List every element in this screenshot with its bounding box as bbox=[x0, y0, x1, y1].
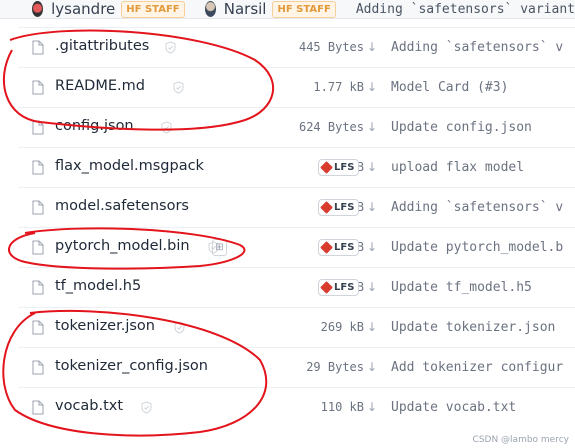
file-icon bbox=[32, 280, 44, 295]
file-row[interactable]: model.safetensors412 MBLFS↓Adding `safet… bbox=[18, 187, 575, 227]
commit-message[interactable]: Update tokenizer.json bbox=[391, 320, 555, 335]
commit-message[interactable]: Adding `safetensors` v bbox=[391, 40, 563, 55]
file-icon bbox=[32, 400, 44, 415]
staff-badge: HF STAFF bbox=[121, 0, 185, 18]
file-row[interactable]: .gitattributes 445 Bytes ↓ Adding `safetens… bbox=[18, 27, 575, 67]
file-row[interactable]: tf_model.h5478 MBLFS↓Update tf_model.h5 bbox=[18, 267, 575, 307]
file-size: 445 Bytes bbox=[298, 40, 364, 54]
file-row[interactable]: pytorch_model.bin⊞412 MBLFS↓Update pytor… bbox=[18, 227, 575, 267]
download-icon[interactable]: ↓ bbox=[367, 40, 377, 54]
lfs-icon bbox=[320, 241, 333, 254]
commit-message[interactable]: Update pytorch_model.b bbox=[391, 240, 563, 255]
file-row[interactable]: README.md 1.77 kB ↓ Model Card (#3) bbox=[18, 67, 575, 107]
file-icon bbox=[32, 240, 44, 255]
file-name[interactable]: pytorch_model.bin bbox=[55, 238, 190, 254]
shield-check-icon bbox=[165, 41, 176, 54]
file-icon bbox=[32, 160, 44, 175]
file-row[interactable]: flax_model.msgpack409 MBLFS↓upload flax … bbox=[18, 147, 575, 187]
download-icon[interactable]: ↓ bbox=[367, 280, 377, 294]
file-name[interactable]: flax_model.msgpack bbox=[55, 158, 204, 174]
file-name[interactable]: README.md bbox=[55, 78, 145, 94]
file-row[interactable]: tokenizer.json 269 kB ↓ Update tokenizer.js… bbox=[18, 307, 575, 347]
file-name[interactable]: tf_model.h5 bbox=[55, 278, 141, 294]
file-name[interactable]: tokenizer_config.json bbox=[55, 358, 208, 374]
download-icon[interactable]: ↓ bbox=[367, 200, 377, 214]
file-name[interactable]: config.json bbox=[55, 118, 134, 134]
pickle-scan-icon[interactable]: ⊞ bbox=[212, 239, 227, 256]
download-icon[interactable]: ↓ bbox=[367, 320, 377, 334]
download-icon[interactable]: ↓ bbox=[367, 360, 377, 374]
lfs-icon bbox=[320, 201, 333, 214]
file-icon bbox=[32, 320, 44, 335]
download-icon[interactable]: ↓ bbox=[367, 80, 377, 94]
lfs-label: LFS bbox=[334, 202, 355, 213]
shield-check-icon bbox=[173, 81, 184, 94]
user-lysandre[interactable]: lysandre bbox=[51, 0, 115, 18]
file-icon bbox=[32, 200, 44, 215]
commit-message[interactable]: Adding `safetensors` v bbox=[391, 200, 563, 215]
lfs-icon bbox=[320, 161, 333, 174]
lfs-badge: LFS bbox=[318, 279, 360, 296]
user-narsil[interactable]: Narsil bbox=[224, 0, 267, 18]
file-row[interactable]: vocab.txt 110 kB ↓ Update vocab.txt bbox=[18, 387, 575, 427]
shield-check-icon bbox=[141, 401, 152, 414]
file-name[interactable]: tokenizer.json bbox=[55, 318, 155, 334]
lfs-label: LFS bbox=[334, 282, 355, 293]
download-icon[interactable]: ↓ bbox=[367, 120, 377, 134]
lfs-badge: LFS bbox=[318, 159, 360, 176]
commit-message[interactable]: Add tokenizer configur bbox=[391, 360, 563, 375]
staff-badge: HF STAFF bbox=[272, 0, 336, 18]
file-size: 29 Bytes bbox=[306, 360, 364, 374]
watermark: CSDN @lambo mercy bbox=[472, 435, 569, 445]
commit-message[interactable]: Update vocab.txt bbox=[391, 400, 516, 415]
commit-message[interactable]: Update tf_model.h5 bbox=[391, 280, 532, 295]
commit-header: lysandre HF STAFF Narsil HF STAFF Adding… bbox=[0, 0, 575, 19]
last-commit-message[interactable]: Adding `safetensors` variant bbox=[356, 2, 575, 17]
download-icon[interactable]: ↓ bbox=[367, 160, 377, 174]
shield-check-icon bbox=[174, 321, 185, 334]
avatar-narsil[interactable] bbox=[204, 1, 216, 17]
shield-check-icon bbox=[161, 121, 172, 134]
file-icon bbox=[32, 40, 44, 55]
file-size: 624 Bytes bbox=[298, 120, 364, 134]
file-icon bbox=[32, 120, 44, 135]
lfs-label: LFS bbox=[334, 242, 355, 253]
file-name[interactable]: vocab.txt bbox=[55, 398, 123, 414]
lfs-badge: LFS bbox=[318, 239, 360, 256]
file-row[interactable]: tokenizer_config.json 29 Bytes ↓ Add tokeni… bbox=[18, 347, 575, 387]
file-name[interactable]: .gitattributes bbox=[55, 38, 149, 54]
commit-message[interactable]: Update config.json bbox=[391, 120, 532, 135]
file-size: 110 kB bbox=[320, 400, 364, 414]
file-size: 269 kB bbox=[320, 320, 364, 334]
file-name[interactable]: model.safetensors bbox=[55, 198, 189, 214]
commit-message[interactable]: Model Card (#3) bbox=[391, 80, 508, 95]
avatar-lysandre[interactable] bbox=[32, 1, 44, 17]
lfs-icon bbox=[320, 281, 333, 294]
file-size: 1.77 kB bbox=[313, 80, 364, 94]
download-icon[interactable]: ↓ bbox=[367, 400, 377, 414]
lfs-label: LFS bbox=[334, 162, 355, 173]
file-icon bbox=[32, 360, 44, 375]
download-icon[interactable]: ↓ bbox=[367, 240, 377, 254]
lfs-badge: LFS bbox=[318, 199, 360, 216]
file-icon bbox=[32, 80, 44, 95]
file-row[interactable]: config.json 624 Bytes ↓ Update config.json bbox=[18, 107, 575, 147]
commit-message[interactable]: upload flax model bbox=[391, 160, 524, 175]
